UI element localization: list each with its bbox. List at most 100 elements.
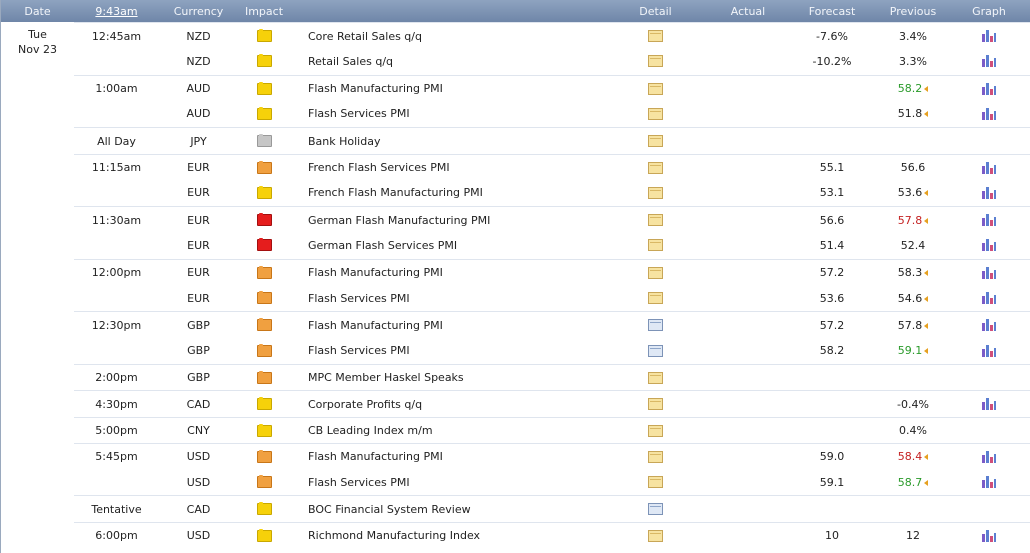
bar-chart-icon[interactable] [982,476,996,489]
event-title[interactable]: CB Leading Index m/m [290,424,602,437]
detail-folder-icon[interactable] [648,424,663,437]
detail-cell [602,424,709,437]
impact-yellow-icon[interactable] [256,528,272,542]
event-time: 5:45pm [95,450,138,464]
event-title[interactable]: French Flash Services PMI [290,161,602,174]
detail-folder-icon[interactable] [648,266,663,279]
event-title[interactable]: Flash Manufacturing PMI [290,82,602,95]
impact-orange-icon[interactable] [256,160,272,174]
detail-folder-icon[interactable] [648,55,663,68]
event-title[interactable]: Flash Manufacturing PMI [290,319,602,332]
detail-folder-icon[interactable] [648,239,663,252]
detail-folder-icon[interactable] [648,292,663,304]
bar-chart-icon[interactable] [982,529,996,542]
event-row[interactable]: 12:00pm EUR Flash Manufacturing PMI 57.2 58.… [74,258,1030,286]
event-title[interactable]: Corporate Profits q/q [290,398,602,411]
event-row[interactable]: 1:00am AUD Flash Manufacturing PMI 58.2 [74,74,1030,102]
detail-folder-icon[interactable] [648,398,663,411]
header-time-link[interactable]: 9:43am [74,5,159,18]
event-previous: 56.6 [877,161,949,174]
detail-folder-icon[interactable] [648,476,663,489]
event-title[interactable]: Flash Manufacturing PMI [290,450,602,463]
event-title[interactable]: Flash Manufacturing PMI [290,266,602,279]
impact-yellow-icon[interactable] [256,54,272,68]
impact-orange-icon[interactable] [256,265,272,279]
bar-chart-icon[interactable] [982,266,996,279]
bar-chart-icon[interactable] [982,55,996,68]
detail-folder-icon[interactable] [648,107,663,120]
event-title[interactable]: BOC Financial System Review [290,503,602,516]
event-title[interactable]: French Flash Manufacturing PMI [290,186,602,199]
bar-chart-icon[interactable] [982,107,996,120]
impact-yellow-icon[interactable] [256,423,272,437]
event-title[interactable]: German Flash Manufacturing PMI [290,214,602,227]
detail-folder-icon[interactable] [648,82,663,95]
event-row[interactable]: EUR French Flash Manufacturing PMI 53.1 53.… [74,180,1030,206]
detail-document-icon[interactable] [648,503,663,516]
event-row[interactable]: GBP Flash Services PMI 58.2 59.1 [74,338,1030,364]
impact-red-icon[interactable] [256,238,272,252]
event-row[interactable]: 2:00pm GBP MPC Member Haskel Speaks [74,363,1030,391]
bar-chart-icon[interactable] [982,398,996,411]
bar-chart-icon[interactable] [982,450,996,463]
bar-chart-icon[interactable] [982,82,996,95]
impact-yellow-icon[interactable] [256,185,272,199]
detail-document-icon[interactable] [648,344,663,357]
impact-orange-icon[interactable] [256,291,272,304]
event-row[interactable]: All Day JPY Bank Holiday [74,127,1030,154]
detail-folder-icon[interactable] [648,161,663,174]
event-row[interactable]: 11:15am EUR French Flash Services PMI 55.1 5… [74,153,1030,181]
event-row[interactable]: 5:45pm USD Flash Manufacturing PMI 59.0 58.4 [74,442,1030,470]
event-row[interactable]: EUR German Flash Services PMI 51.4 52.4 [74,232,1030,258]
event-title[interactable]: German Flash Services PMI [290,239,602,252]
event-title[interactable]: Flash Services PMI [290,292,602,305]
impact-yellow-icon[interactable] [256,397,272,411]
bar-chart-icon[interactable] [982,186,996,199]
event-title[interactable]: Core Retail Sales q/q [290,30,602,43]
impact-orange-icon[interactable] [256,449,272,463]
event-row[interactable]: USD Flash Services PMI 59.1 58.7 [74,469,1030,495]
event-row[interactable]: 11:30am EUR German Flash Manufacturing PMI… [74,206,1030,233]
impact-red-icon[interactable] [256,213,272,227]
event-row[interactable]: 4:30pm CAD Corporate Profits q/q -0.4% [74,390,1030,417]
event-title[interactable]: Bank Holiday [290,135,602,148]
bar-chart-icon[interactable] [982,30,996,42]
impact-orange-icon[interactable] [256,475,272,489]
bar-chart-icon[interactable] [982,214,996,227]
detail-folder-icon[interactable] [648,450,663,463]
detail-folder-icon[interactable] [648,186,663,199]
impact-yellow-icon[interactable] [256,81,272,95]
event-title[interactable]: Flash Services PMI [290,107,602,120]
detail-document-icon[interactable] [648,319,663,332]
bar-chart-icon[interactable] [982,292,996,304]
detail-folder-icon[interactable] [648,135,663,148]
impact-orange-icon[interactable] [256,343,272,357]
impact-orange-icon[interactable] [256,318,272,332]
event-row[interactable]: NZD Retail Sales q/q -10.2% 3.3% [74,48,1030,74]
impact-yellow-icon[interactable] [256,29,272,42]
event-row[interactable]: EUR Flash Services PMI 53.6 54.6 [74,285,1030,311]
event-title[interactable]: MPC Member Haskel Speaks [290,371,602,384]
bar-chart-icon[interactable] [982,239,996,252]
event-title[interactable]: Richmond Manufacturing Index [290,529,602,542]
impact-yellow-icon[interactable] [256,502,272,516]
event-row[interactable]: 12:30pm GBP Flash Manufacturing PMI 57.2 57.… [74,311,1030,338]
detail-folder-icon[interactable] [648,529,663,542]
event-row[interactable]: Tentative CAD BOC Financial System Review [74,495,1030,522]
event-title[interactable]: Flash Services PMI [290,344,602,357]
event-row[interactable]: 5:00pm CNY CB Leading Index m/m 0.4% [74,416,1030,444]
event-row[interactable]: AUD Flash Services PMI 51.8 [74,101,1030,127]
event-title[interactable]: Flash Services PMI [290,476,602,489]
bar-chart-icon[interactable] [982,161,996,174]
detail-folder-icon[interactable] [648,30,663,42]
impact-gray-icon[interactable] [256,134,272,148]
bar-chart-icon[interactable] [982,344,996,357]
event-row[interactable]: 12:45am NZD Core Retail Sales q/q -7.6% 3.4% [74,22,1030,49]
detail-folder-icon[interactable] [648,214,663,227]
impact-yellow-icon[interactable] [256,106,272,120]
detail-folder-icon[interactable] [648,371,663,384]
event-title[interactable]: Retail Sales q/q [290,55,602,68]
bar-chart-icon[interactable] [982,319,996,332]
event-row[interactable]: 6:00pm USD Richmond Manufacturing Index 10 1… [74,521,1030,549]
impact-orange-icon[interactable] [256,370,272,384]
